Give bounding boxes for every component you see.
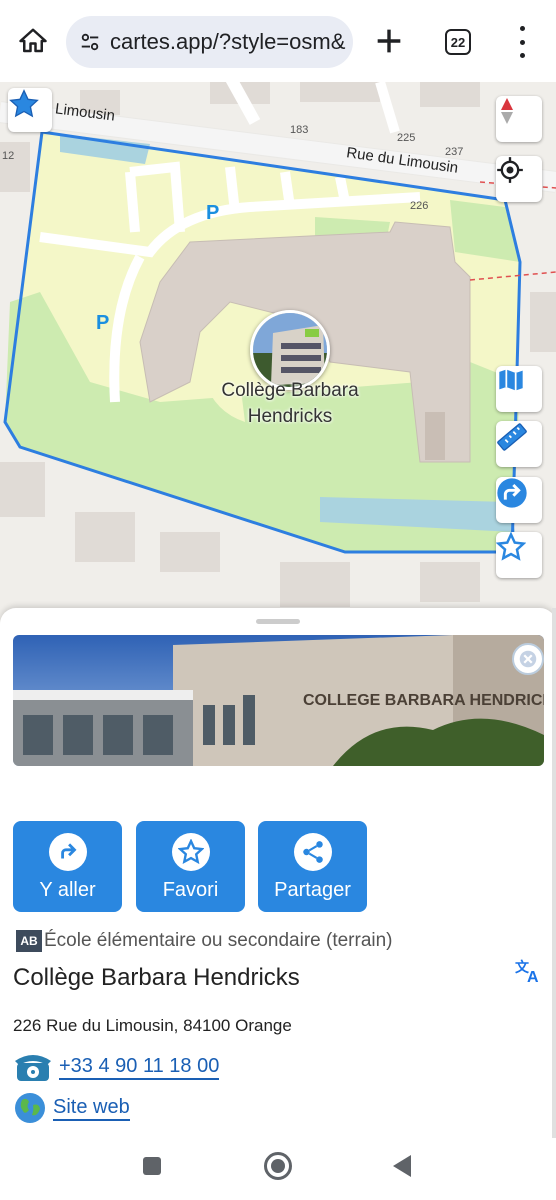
house-number: 225 xyxy=(397,132,416,144)
house-number: 12 xyxy=(2,150,15,162)
phone-row: +33 4 90 11 18 00 xyxy=(13,1051,220,1083)
browser-toolbar: cartes.app/?style=osm& 22 xyxy=(0,0,556,82)
share-icon xyxy=(293,833,332,871)
url-text: cartes.app/?style=osm& xyxy=(110,29,346,54)
parking-icon: P xyxy=(96,312,110,334)
category-badge-icon: AB xyxy=(16,930,42,952)
globe-icon xyxy=(15,1093,45,1123)
address-bar[interactable]: cartes.app/?style=osm& xyxy=(66,16,353,68)
directions-icon xyxy=(48,833,87,871)
favorite-label: Favori xyxy=(162,879,219,901)
drag-handle[interactable] xyxy=(256,619,300,624)
telephone-icon xyxy=(15,1055,51,1081)
phone-link[interactable]: +33 4 90 11 18 00 xyxy=(59,1055,220,1080)
home-nav-icon[interactable] xyxy=(264,1152,292,1180)
favorite-button[interactable]: Favori xyxy=(136,821,245,912)
category-line: AB École élémentaire ou secondaire (terr… xyxy=(16,930,393,952)
share-label: Partager xyxy=(274,879,351,901)
map-style-icon[interactable] xyxy=(496,366,542,412)
go-there-button[interactable]: Y aller xyxy=(13,821,122,912)
place-title: Collège Barbara Hendricks xyxy=(13,964,300,991)
website-link[interactable]: Site web xyxy=(53,1096,130,1121)
recents-icon[interactable] xyxy=(143,1157,161,1175)
new-tab-icon[interactable] xyxy=(372,24,406,58)
star-icon xyxy=(171,833,210,871)
go-there-label: Y aller xyxy=(39,879,96,901)
parking-icon: P xyxy=(206,202,220,224)
locate-me-icon[interactable] xyxy=(496,156,542,202)
category-text: École élémentaire ou secondaire (terrain… xyxy=(44,930,393,951)
close-icon[interactable] xyxy=(512,643,544,675)
address-text: 226 Rue du Limousin, 84100 Orange xyxy=(13,1016,292,1035)
back-icon[interactable] xyxy=(393,1155,411,1177)
favorites-star-icon[interactable] xyxy=(8,88,52,132)
poi-name-label: Collège Barbara Hendricks xyxy=(221,380,359,427)
place-banner-photo: COLLEGE BARBARA HENDRICKS xyxy=(13,635,544,766)
home-icon[interactable] xyxy=(14,22,52,60)
bookmark-star-icon[interactable] xyxy=(496,532,542,578)
share-button[interactable]: Partager xyxy=(258,821,367,912)
system-nav-bar xyxy=(0,1138,556,1200)
compass-icon[interactable] xyxy=(496,96,542,142)
tab-switcher-button[interactable]: 22 xyxy=(445,29,471,55)
banner-sign-text: COLLEGE BARBARA HENDRICKS xyxy=(303,692,544,709)
directions-icon[interactable] xyxy=(496,477,542,523)
house-number: 183 xyxy=(290,124,309,136)
house-number: 226 xyxy=(410,200,429,212)
map-view[interactable]: R Limousin Rue du Limousin 183 225 237 2… xyxy=(0,82,556,622)
site-settings-icon[interactable] xyxy=(78,30,102,54)
place-details-sheet: COLLEGE BARBARA HENDRICKS Y aller Favori… xyxy=(0,608,556,1138)
overflow-menu-icon[interactable] xyxy=(510,26,534,58)
website-row: Site web xyxy=(13,1091,130,1125)
ruler-icon[interactable] xyxy=(496,421,542,467)
translate-icon[interactable]: 文A xyxy=(515,958,543,990)
scrollbar[interactable] xyxy=(552,608,556,1138)
svg-text:A: A xyxy=(527,969,539,984)
house-number: 237 xyxy=(445,146,464,158)
